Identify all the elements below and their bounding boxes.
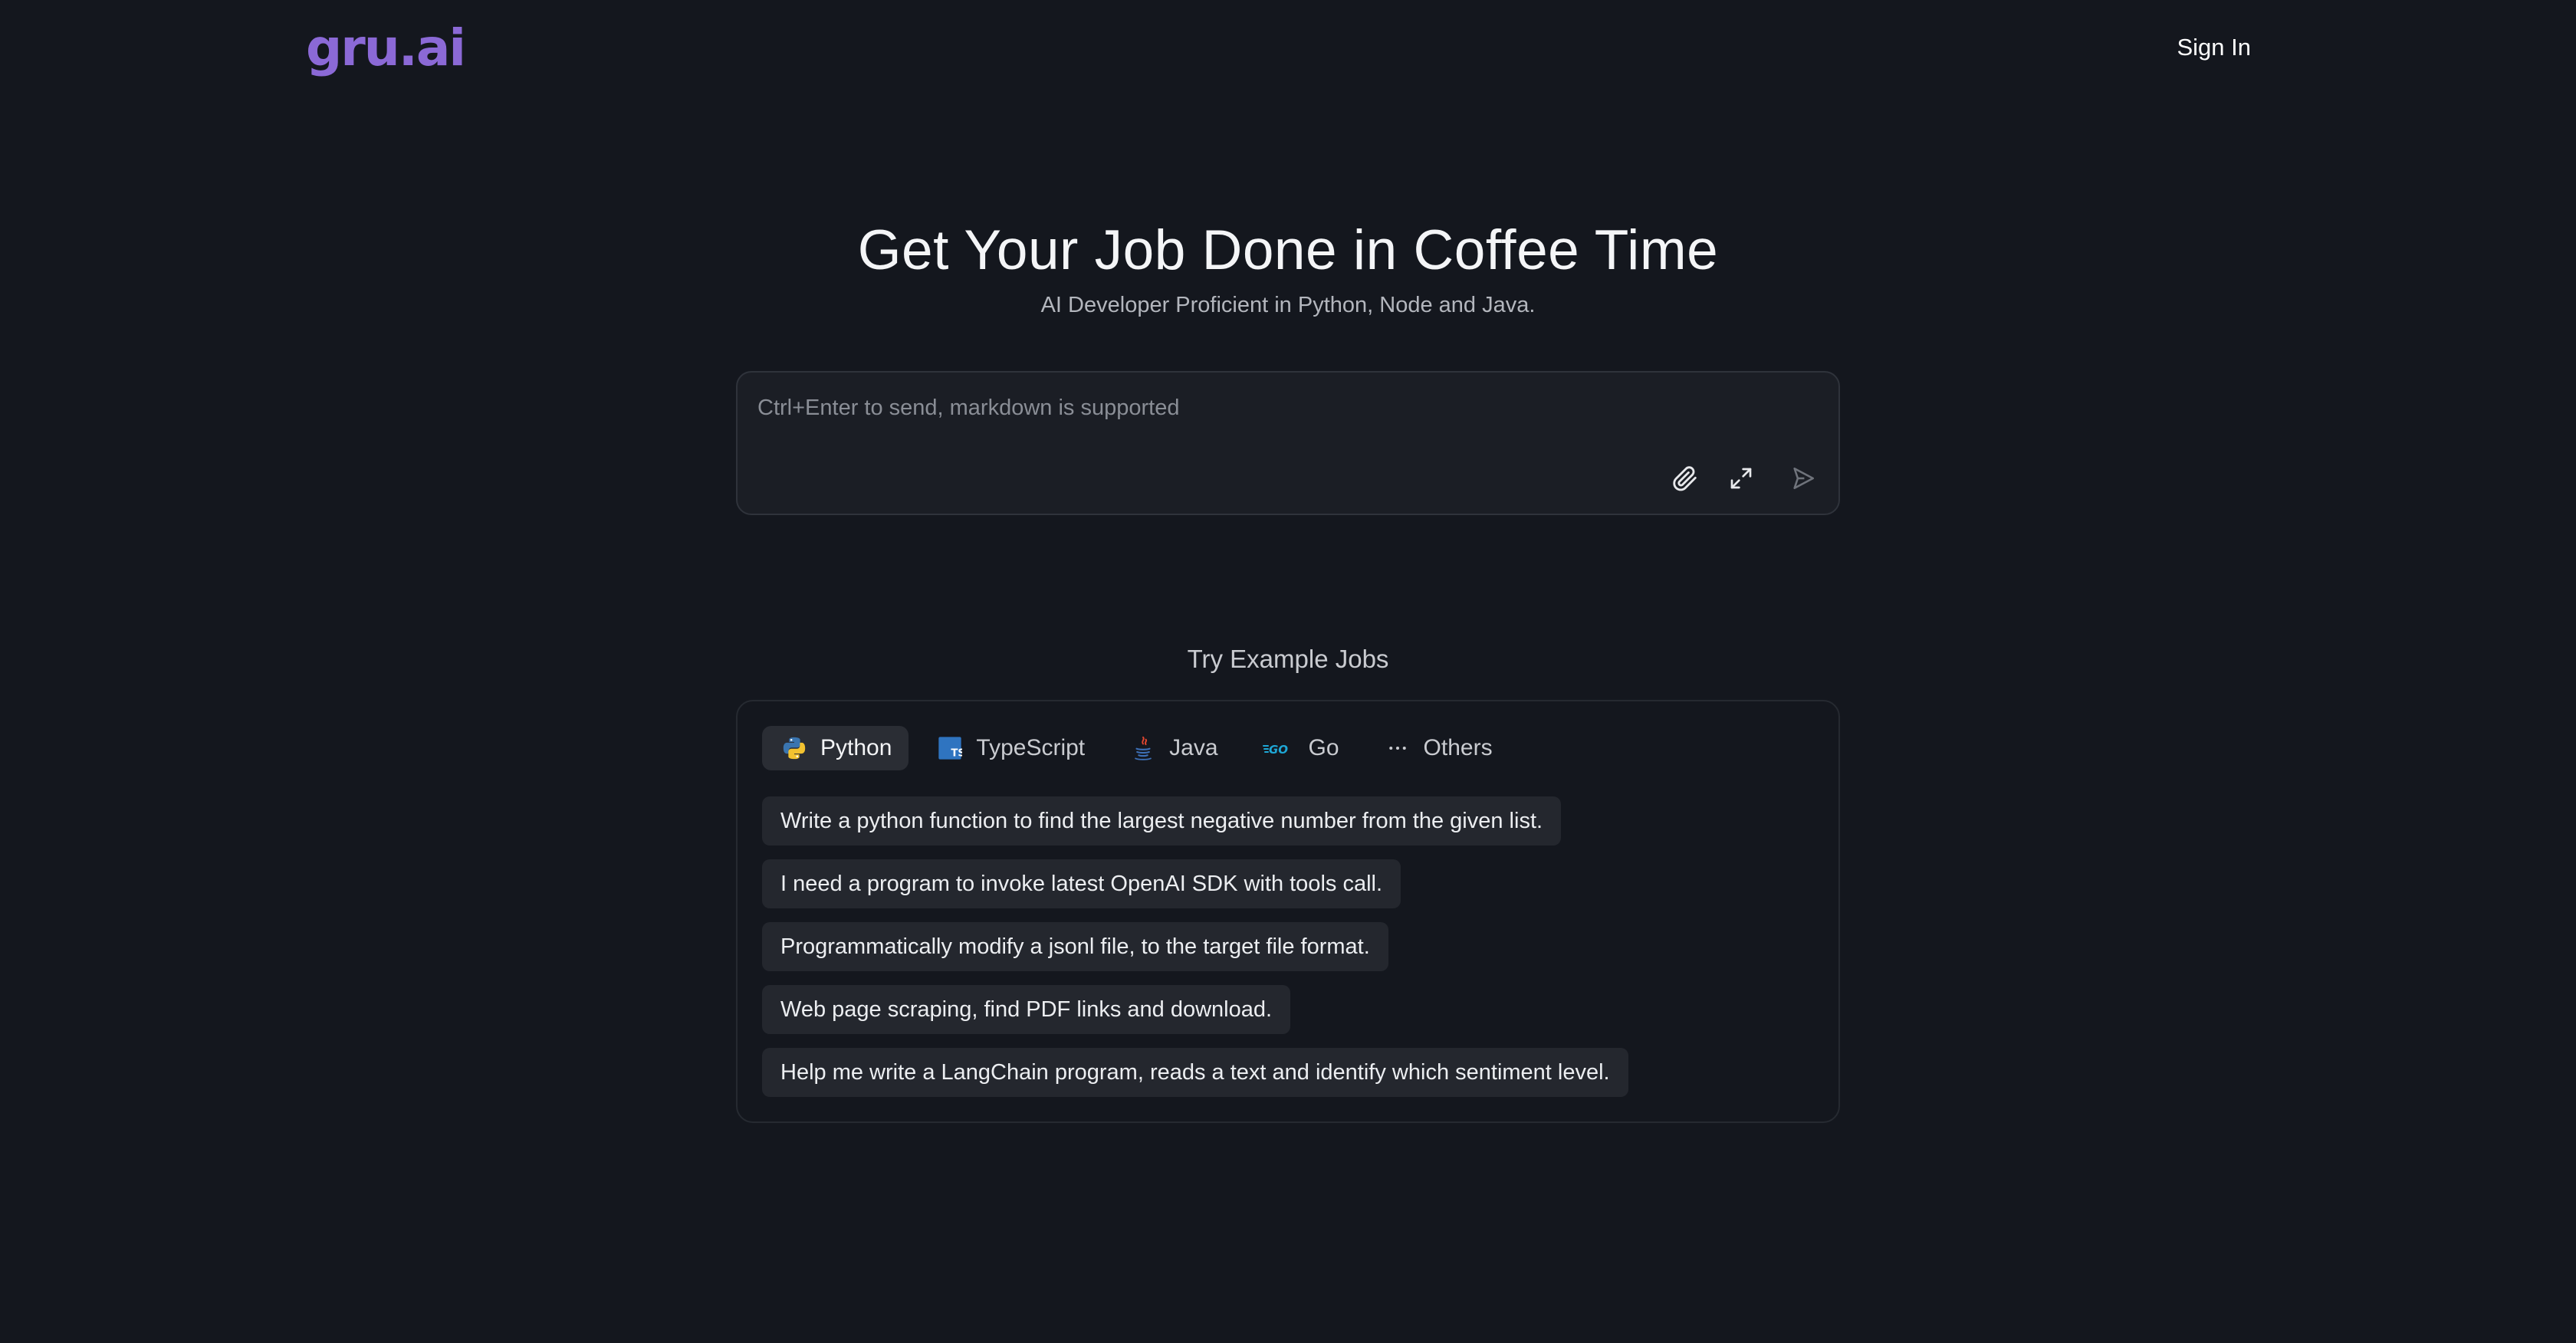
expand-icon xyxy=(1729,466,1753,491)
hero-title: Get Your Job Done in Coffee Time xyxy=(857,219,1719,281)
examples-panel: Python TS TypeScript Java xyxy=(736,700,1840,1123)
tab-label: Python xyxy=(820,735,892,760)
hero-subtitle: AI Developer Proficient in Python, Node … xyxy=(1040,293,1536,317)
tab-others[interactable]: Others xyxy=(1365,726,1510,770)
example-prompt-list: Write a python function to find the larg… xyxy=(762,796,1628,1111)
tab-typescript[interactable]: TS TypeScript xyxy=(918,726,1102,770)
top-bar: gru.ai Sign In xyxy=(0,0,2576,97)
paperclip-icon xyxy=(1672,465,1698,491)
examples-heading: Try Example Jobs xyxy=(1187,645,1389,673)
typescript-icon: TS xyxy=(936,734,964,762)
send-icon xyxy=(1790,465,1816,491)
go-icon: GO xyxy=(1262,734,1296,762)
logo[interactable]: gru.ai xyxy=(306,14,466,83)
example-prompt[interactable]: Write a python function to find the larg… xyxy=(762,796,1562,846)
sign-in-link[interactable]: Sign In xyxy=(2177,32,2251,63)
attach-button[interactable] xyxy=(1667,460,1704,497)
example-prompt[interactable]: Help me write a LangChain program, reads… xyxy=(762,1048,1628,1097)
svg-text:TS: TS xyxy=(951,748,963,760)
svg-text:GO: GO xyxy=(1269,743,1288,757)
example-prompt[interactable]: Programmatically modify a jsonl file, to… xyxy=(762,922,1388,971)
send-button[interactable] xyxy=(1785,460,1822,497)
example-prompt[interactable]: I need a program to invoke latest OpenAI… xyxy=(762,859,1401,908)
ellipsis-icon xyxy=(1384,734,1411,762)
tab-go[interactable]: GO Go xyxy=(1244,726,1356,770)
language-tabs: Python TS TypeScript Java xyxy=(762,726,1519,770)
tab-java[interactable]: Java xyxy=(1111,726,1234,770)
expand-button[interactable] xyxy=(1723,460,1760,497)
tab-python[interactable]: Python xyxy=(762,726,909,770)
tab-label: Go xyxy=(1308,735,1339,760)
example-prompt[interactable]: Web page scraping, find PDF links and do… xyxy=(762,985,1291,1034)
tab-label: TypeScript xyxy=(976,735,1086,760)
message-input[interactable] xyxy=(756,391,1753,437)
tab-label: Java xyxy=(1169,735,1218,760)
tab-label: Others xyxy=(1423,735,1493,760)
python-icon xyxy=(780,734,808,762)
java-icon xyxy=(1129,734,1157,762)
